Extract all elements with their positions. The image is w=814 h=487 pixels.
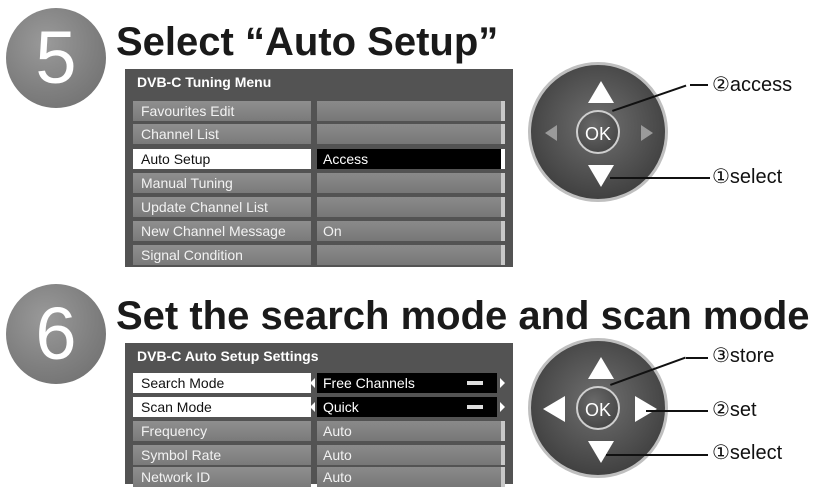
callout-select: ①select	[712, 442, 783, 464]
scroll-indicator-icon	[467, 405, 483, 409]
menu-item-label: Update Channel List	[133, 197, 311, 217]
callout-line	[646, 410, 708, 412]
scroll-indicator-icon	[467, 381, 483, 385]
ok-button[interactable]: OK	[576, 110, 620, 154]
setting-label: Scan Mode	[133, 397, 311, 417]
setting-label: Search Mode	[133, 373, 311, 393]
menu-item-label: Favourites Edit	[133, 101, 311, 121]
step-6-title: Set the search mode and scan mode	[116, 294, 810, 338]
right-arrow-icon[interactable]	[635, 396, 657, 422]
menu-item-value	[317, 101, 505, 121]
ok-button[interactable]: OK	[576, 386, 620, 430]
callout-line	[610, 177, 710, 179]
left-arrow-icon[interactable]	[543, 396, 565, 422]
menu-item-label: Auto Setup	[133, 149, 311, 169]
setting-value: Free Channels	[323, 375, 415, 391]
up-arrow-icon[interactable]	[588, 357, 614, 379]
down-arrow-icon[interactable]	[588, 441, 614, 463]
callout-set: ②set	[712, 399, 757, 421]
callout-store: ③store	[712, 345, 775, 367]
step-6-number: 6	[6, 284, 106, 384]
tuning-menu-title: DVB-C Tuning Menu	[137, 74, 272, 90]
menu-item-value	[317, 245, 505, 265]
setting-value: Quick	[323, 399, 359, 415]
callout-access: ②access	[712, 74, 793, 96]
dvb-c-auto-setup-settings-menu: DVB-C Auto Setup Settings Search Mode Fr…	[125, 343, 513, 487]
menu-item-value	[317, 173, 505, 193]
setting-value: Auto	[317, 445, 505, 465]
menu-item-label: New Channel Message	[133, 221, 311, 241]
menu-item-value	[317, 124, 505, 144]
left-arrow-icon	[310, 378, 315, 388]
menu-item-label: Signal Condition	[133, 245, 311, 265]
setting-label: Symbol Rate	[133, 445, 311, 465]
setting-label: Network ID	[133, 467, 311, 487]
callout-line	[686, 357, 708, 359]
remote-dpad-step5: OK	[528, 62, 668, 202]
menu-item-value	[317, 197, 505, 217]
right-arrow-icon	[500, 402, 505, 412]
setting-value-box[interactable]: Quick	[310, 397, 505, 417]
left-arrow-icon	[310, 402, 315, 412]
callout-select: ①select	[712, 166, 783, 188]
right-arrow-icon[interactable]	[641, 125, 653, 141]
down-arrow-icon[interactable]	[588, 165, 614, 187]
callout-line	[606, 454, 708, 456]
dvb-c-tuning-menu: DVB-C Tuning Menu Favourites Edit Channe…	[125, 69, 513, 267]
left-arrow-icon[interactable]	[545, 125, 557, 141]
menu-item-label: Manual Tuning	[133, 173, 311, 193]
remote-dpad-step6: OK	[528, 338, 668, 478]
menu-item-label: Channel List	[133, 124, 311, 144]
setting-value: Auto	[317, 467, 505, 487]
up-arrow-icon[interactable]	[588, 81, 614, 103]
setting-value-box[interactable]: Free Channels	[310, 373, 505, 393]
setting-label: Frequency	[133, 421, 311, 441]
right-arrow-icon	[500, 378, 505, 388]
menu-item-value: On	[317, 221, 505, 241]
callout-line	[690, 84, 708, 86]
menu-item-value: Access	[317, 149, 505, 169]
step-5-number: 5	[6, 8, 106, 108]
auto-setup-menu-title: DVB-C Auto Setup Settings	[137, 348, 319, 364]
setting-value: Auto	[317, 421, 505, 441]
step-5-title: Select “Auto Setup”	[116, 20, 499, 64]
